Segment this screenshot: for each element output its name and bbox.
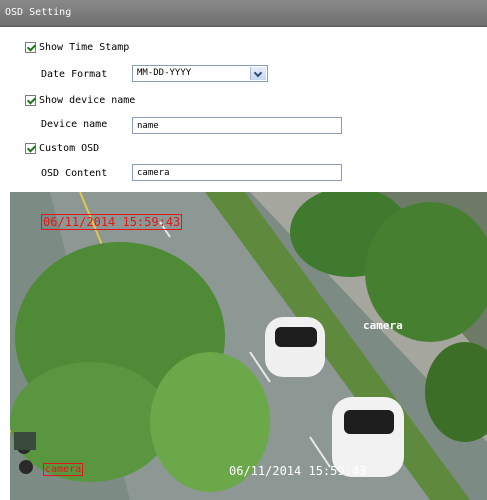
device-name-label: Device name (41, 119, 108, 130)
date-format-label: Date Format (41, 69, 108, 80)
device-name-overlay: camera (363, 319, 403, 332)
custom-osd-overlay: camera (43, 463, 84, 476)
custom-osd-label: Custom OSD (39, 142, 100, 154)
device-name-field[interactable]: name (132, 117, 342, 134)
show-time-stamp-checkbox[interactable] (25, 41, 36, 53)
osd-content-value: camera (137, 168, 170, 178)
timestamp-bottom-overlay: 06/11/2014 15:59:43 (229, 464, 367, 478)
date-format-select[interactable]: MM-DD-YYYY (132, 65, 268, 82)
date-format-value: MM-DD-YYYY (137, 68, 192, 78)
camera-preview: 06/11/2014 15:59:43 camera camera 06/11/… (10, 192, 487, 500)
osd-content-label: OSD Content (41, 168, 108, 179)
window-title: OSD Setting (5, 7, 72, 18)
title-bar: OSD Setting (0, 0, 487, 27)
show-device-name-label: Show device name (39, 94, 136, 106)
chevron-down-icon[interactable] (250, 67, 266, 80)
show-time-stamp-row: Show Time Stamp (25, 38, 129, 56)
custom-osd-row: Custom OSD (25, 139, 99, 157)
show-device-name-checkbox[interactable] (25, 94, 36, 106)
timestamp-top-overlay: 06/11/2014 15:59:43 (41, 214, 183, 230)
show-time-stamp-label: Show Time Stamp (39, 41, 130, 53)
show-device-name-row: Show device name (25, 91, 135, 109)
custom-osd-checkbox[interactable] (25, 142, 36, 154)
osd-settings-form: Show Time Stamp Date Format MM-DD-YYYY S… (0, 27, 487, 192)
device-name-value: name (137, 121, 159, 131)
osd-content-field[interactable]: camera (132, 164, 342, 181)
camera-scene-image (10, 192, 487, 500)
